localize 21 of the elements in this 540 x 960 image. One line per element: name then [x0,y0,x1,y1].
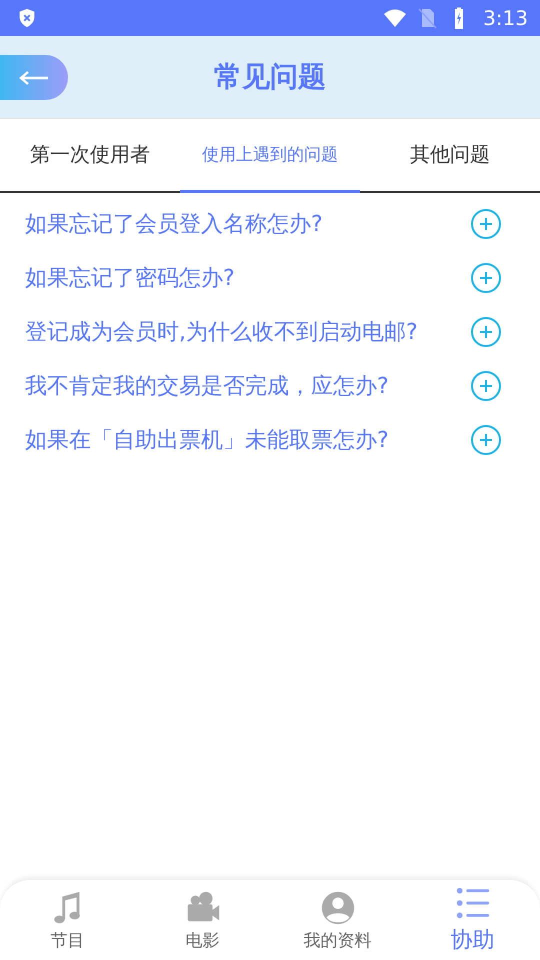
back-arrow-icon [19,70,49,86]
expand-icon[interactable] [470,316,502,348]
nav-item[interactable]: 我的资料 [270,880,405,960]
question-link[interactable]: 我不肯定我的交易是否完成，应怎办? [25,371,389,401]
question-link[interactable]: 如果忘记了会员登入名称怎办? [25,209,323,239]
nav-item[interactable]: 协助 [405,880,540,960]
expand-icon[interactable] [470,370,502,402]
nav-item[interactable]: 电影 [135,880,270,960]
tab[interactable]: 第一次使用者 [0,119,180,193]
expand-icon[interactable] [470,208,502,240]
tab[interactable]: 其他问题 [360,119,540,193]
question-link[interactable]: 如果在「自助出票机」未能取票怎办? [25,425,389,455]
question-link[interactable]: 如果忘记了密码怎办? [25,263,235,293]
tab[interactable]: 使用上遇到的问题 [180,119,360,193]
back-button[interactable] [0,55,68,100]
page-title: 常见问题 [214,59,326,95]
expand-icon[interactable] [470,424,502,456]
clock-time: 3:13 [483,6,528,30]
expand-icon[interactable] [470,262,502,294]
nav-item[interactable]: 节目 [0,880,135,960]
question-link[interactable]: 登记成为会员时,为什么收不到启动电邮? [25,317,418,347]
